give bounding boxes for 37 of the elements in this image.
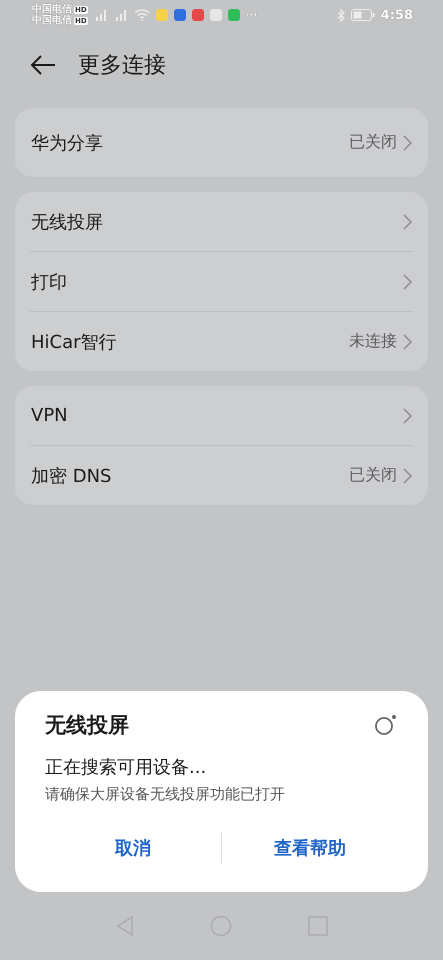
chevron-icon (403, 134, 412, 150)
signal-icon (114, 9, 128, 21)
home-nav-icon[interactable] (210, 915, 232, 937)
setting-value: 已关闭 (349, 132, 397, 153)
setting-value: 已关闭 (349, 465, 397, 486)
clock-time: 4:58 (380, 8, 413, 22)
wifi-icon (134, 9, 150, 21)
chevron-icon (403, 274, 412, 290)
battery-icon (350, 9, 375, 21)
setting-label[interactable]: 华为分享 (31, 130, 349, 154)
more-notifications: ··· (246, 10, 258, 20)
back-arrow-icon[interactable] (30, 55, 56, 75)
search-status: 正在搜索可用设备... (45, 756, 208, 779)
setting-label[interactable]: 无线投屏 (31, 210, 403, 234)
chevron-icon (403, 408, 412, 424)
back-nav-icon[interactable] (116, 916, 134, 936)
carrier-label: 中国电信 (32, 15, 72, 26)
page-title: 更多连接 (78, 52, 166, 80)
setting-label[interactable]: HiCar智行 (31, 330, 349, 354)
cancel-button[interactable]: 取消 (45, 830, 221, 866)
setting-label[interactable]: VPN (31, 405, 403, 426)
recents-nav-icon[interactable] (308, 916, 328, 936)
setting-value: 未连接 (349, 331, 397, 352)
chevron-icon (403, 214, 412, 230)
help-button[interactable]: 查看帮助 (222, 830, 398, 866)
app-icon (210, 9, 222, 21)
searching-spinner-icon (374, 714, 398, 736)
dialog-title: 无线投屏 (45, 712, 129, 739)
signal-icon (94, 9, 108, 21)
carrier-label: 中国电信 (32, 4, 72, 15)
dialog-hint: 请确保大屏设备无线投屏功能已打开 (45, 785, 286, 804)
app-icon (192, 9, 204, 21)
chevron-icon (403, 334, 412, 350)
setting-label[interactable]: 加密 DNS (31, 464, 349, 488)
bluetooth-icon (336, 8, 345, 22)
chevron-icon (403, 468, 412, 484)
setting-label[interactable]: 打印 (31, 270, 403, 294)
